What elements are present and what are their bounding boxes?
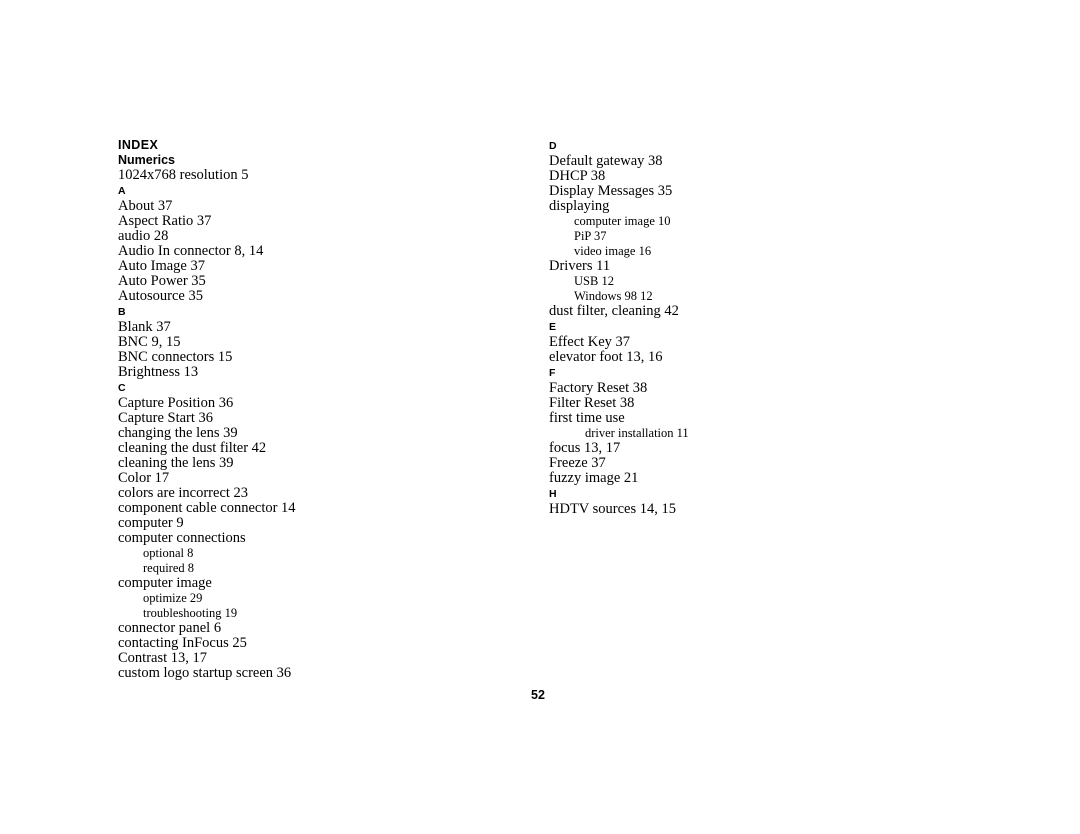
index-entry: changing the lens 39	[118, 425, 238, 441]
index-subentry: optimize 29	[143, 591, 203, 605]
index-entry: Autosource 35	[118, 288, 203, 304]
index-subentry: optional 8	[143, 546, 194, 560]
index-entries-left: Numerics 1024x768 resolution 5 A About 37 As…	[118, 153, 518, 681]
index-subentry: video image 16	[574, 244, 652, 258]
index-entry: audio 28	[118, 228, 169, 244]
index-section-title: Numerics	[118, 153, 175, 167]
index-entry: custom logo startup screen 36	[118, 665, 292, 681]
index-entry: cleaning the dust filter 42	[118, 440, 267, 456]
index-letter-heading-b: B	[118, 306, 126, 318]
index-entry: Brightness 13	[118, 364, 199, 380]
index-subentry: USB 12	[574, 274, 614, 288]
page-number: 52	[531, 688, 545, 702]
index-subentry: PiP 37	[574, 229, 607, 243]
index-entry: first time use	[549, 410, 625, 426]
index-heading: INDEX	[118, 138, 159, 152]
index-entry: Audio In connector 8, 14	[118, 243, 264, 259]
index-column-right: D Default gateway 38 DHCP 38 Display Messag…	[549, 138, 949, 517]
index-entry: Capture Position 36	[118, 395, 234, 411]
index-letter-heading-e: E	[549, 321, 557, 333]
index-entry: Factory Reset 38	[549, 380, 648, 396]
index-entry: Capture Start 36	[118, 410, 214, 426]
index-entry: About 37	[118, 198, 173, 214]
index-column-left: INDEX Numerics 1024x768 resolution 5 A Abou…	[118, 138, 518, 681]
index-subentry: Windows 98 12	[574, 289, 653, 303]
index-letter-heading-d: D	[549, 140, 557, 152]
index-letter-heading-h: H	[549, 488, 557, 500]
index-entry: Aspect Ratio 37	[118, 213, 212, 229]
index-entries-right: D Default gateway 38 DHCP 38 Display Messag…	[549, 138, 949, 517]
index-entry: Display Messages 35	[549, 183, 673, 199]
index-entry: fuzzy image 21	[549, 470, 639, 486]
index-subentry: driver installation 11	[585, 426, 689, 440]
index-entry: HDTV sources 14, 15	[549, 501, 676, 517]
index-letter-heading-a: A	[118, 185, 126, 197]
index-entry: contacting InFocus 25	[118, 635, 247, 651]
index-entry: connector panel 6	[118, 620, 222, 636]
index-entry: BNC 9, 15	[118, 334, 181, 350]
index-entry: Freeze 37	[549, 455, 606, 471]
index-entry: 1024x768 resolution 5	[118, 167, 249, 183]
index-entry: dust filter, cleaning 42	[549, 303, 679, 319]
index-entry: Auto Power 35	[118, 273, 206, 289]
index-subentry: troubleshooting 19	[143, 606, 238, 620]
index-entry: Drivers 11	[549, 258, 611, 274]
index-entry: Contrast 13, 17	[118, 650, 208, 666]
index-entry: displaying	[549, 198, 610, 214]
index-entry: Effect Key 37	[549, 334, 631, 350]
index-entry: component cable connector 14	[118, 500, 296, 516]
index-entry: Blank 37	[118, 319, 171, 335]
index-letter-heading-f: F	[549, 367, 556, 379]
document-page: INDEX Numerics 1024x768 resolution 5 A Abou…	[0, 0, 1080, 834]
index-entry: Filter Reset 38	[549, 395, 635, 411]
index-entry: Color 17	[118, 470, 170, 486]
index-entry: Auto Image 37	[118, 258, 205, 274]
index-entry: Default gateway 38	[549, 153, 663, 169]
index-entry: elevator foot 13, 16	[549, 349, 663, 365]
index-entry: cleaning the lens 39	[118, 455, 234, 471]
index-letter-heading-c: C	[118, 382, 126, 394]
index-subentry: computer image 10	[574, 214, 671, 228]
index-entry: BNC connectors 15	[118, 349, 233, 365]
index-entry: computer image	[118, 575, 212, 591]
index-entry: DHCP 38	[549, 168, 606, 184]
index-entry: focus 13, 17	[549, 440, 621, 456]
index-subentry: required 8	[143, 561, 195, 575]
index-entry: colors are incorrect 23	[118, 485, 249, 501]
index-entry: computer 9	[118, 515, 184, 531]
index-entry: computer connections	[118, 530, 246, 546]
